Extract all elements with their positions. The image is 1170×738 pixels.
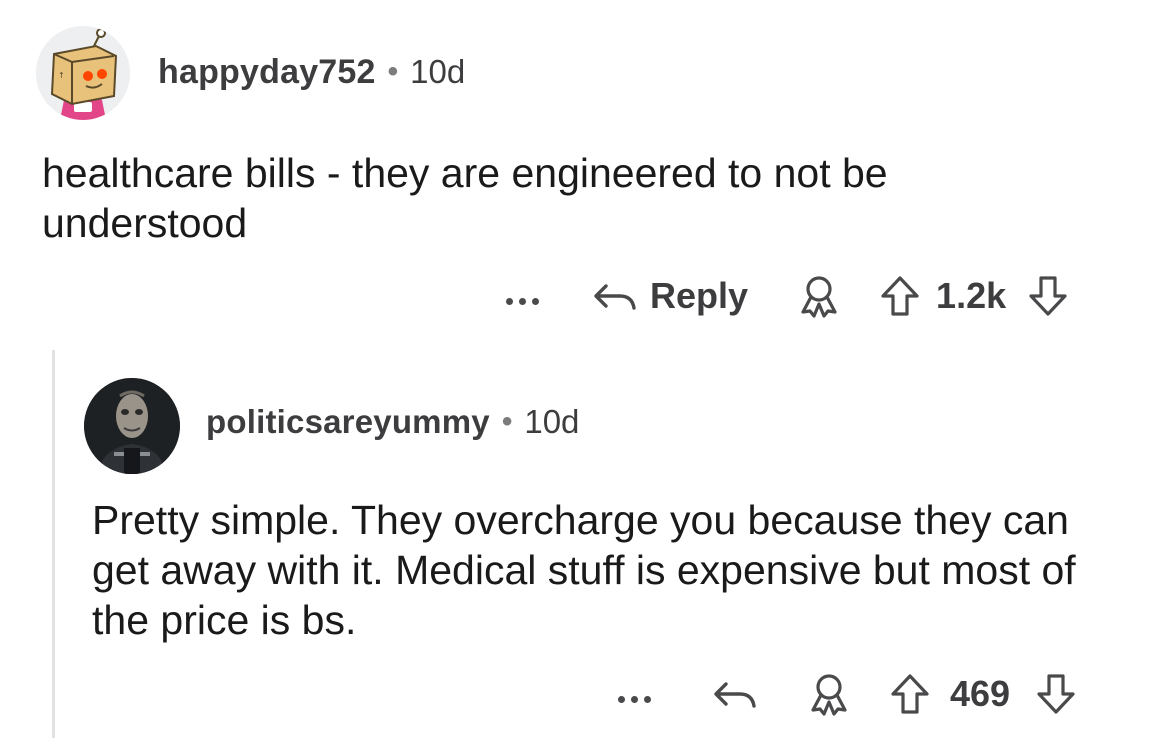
comment-body: healthcare bills - they are engineered t… [42,150,888,246]
username[interactable]: happyday752 [158,53,376,92]
comment: ↑ happyday752 • 10d healthcare bills - t… [0,0,1170,340]
upvote-icon [891,674,929,714]
box-head-avatar-icon: ↑ [36,26,130,120]
avatar[interactable]: ↑ [36,26,130,120]
downvote-button[interactable] [1036,673,1076,715]
reply-button[interactable]: Reply [592,275,748,317]
award-button[interactable] [808,672,850,716]
downvote-icon [1037,674,1075,714]
vote-score: 1.2k [936,275,1007,316]
award-icon [801,276,837,318]
separator-dot: • [501,405,513,438]
reply-arrow-icon [594,284,636,310]
more-options-icon[interactable] [612,674,660,714]
comment-actions: Reply 1.2k [500,268,1068,324]
svg-text:↑: ↑ [58,71,65,80]
upvote-button[interactable] [880,275,920,317]
vote-score: 469 [950,673,1011,714]
comment-age: 10d [410,53,466,90]
avatar[interactable] [84,378,180,474]
comment-meta: politicsareyummy • 10d [206,400,579,444]
downvote-button[interactable] [1028,275,1068,317]
upvote-button[interactable] [890,673,930,715]
downvote-icon [1029,276,1067,316]
award-button[interactable] [798,274,840,318]
username[interactable]: politicsareyummy [206,403,490,441]
upvote-icon [881,276,919,316]
more-options-icon[interactable] [500,276,548,316]
comment-actions: 469 [612,666,1076,722]
reply-label: Reply [650,275,749,316]
reply-comment: politicsareyummy • 10d Pretty simple. Th… [0,340,1170,738]
comment-age: 10d [524,403,580,440]
masked-figure-avatar-icon [84,378,180,474]
comment-body: Pretty simple. They overcharge you becau… [92,497,1076,643]
comment-meta: happyday752 • 10d [158,50,465,94]
reply-arrow-icon [714,682,756,708]
separator-dot: • [387,55,399,88]
reply-button[interactable] [712,674,758,714]
award-icon [811,674,847,716]
